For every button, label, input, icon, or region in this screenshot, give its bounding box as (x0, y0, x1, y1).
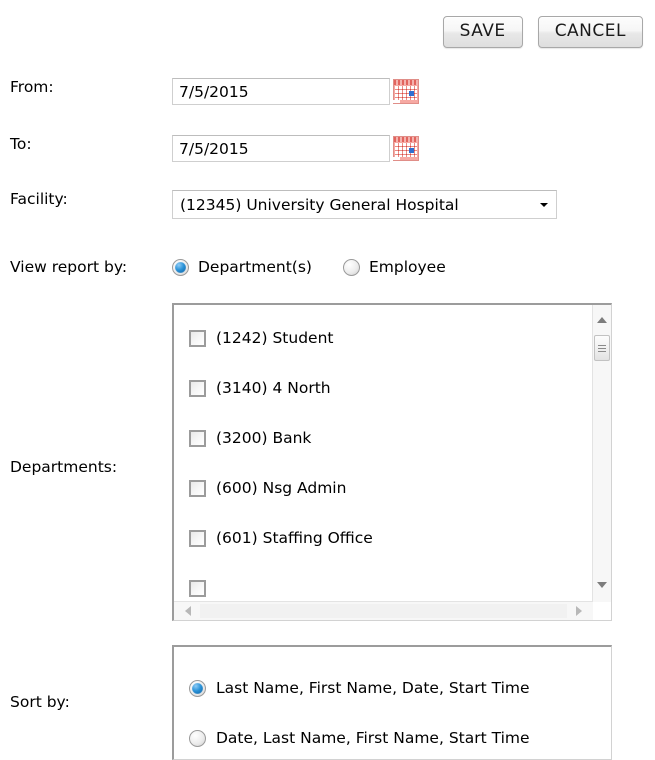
facility-label: Facility: (10, 190, 68, 208)
scroll-thumb[interactable] (594, 335, 610, 361)
departments-listbox[interactable]: (1242) Student (3140) 4 North (3200) Ban… (172, 303, 612, 621)
radio-sort-last-name-first[interactable] (189, 679, 206, 697)
departments-list: (1242) Student (3140) 4 North (3200) Ban… (174, 305, 593, 602)
save-button[interactable]: SAVE (442, 16, 523, 49)
calendar-icon[interactable] (393, 136, 419, 161)
scroll-right-arrow-icon[interactable] (576, 606, 582, 616)
list-item-label: (1242) Student (216, 329, 334, 347)
calendar-icon-selected-day (409, 91, 414, 96)
checkbox-icon[interactable] (189, 379, 206, 397)
sort-option-label: Last Name, First Name, Date, Start Time (216, 679, 530, 697)
calendar-icon[interactable] (393, 79, 419, 104)
view-report-by-row: View report by: Department(s) Employee (0, 258, 446, 276)
list-item[interactable]: (3140) 4 North (174, 363, 593, 413)
vertical-scrollbar[interactable] (592, 305, 611, 602)
checkbox-icon[interactable] (189, 429, 206, 447)
view-report-by-label: View report by: (10, 258, 128, 276)
list-item[interactable]: (600) Nsg Admin (174, 463, 593, 513)
list-item[interactable] (174, 563, 593, 602)
checkbox-icon[interactable] (189, 529, 206, 547)
calendar-icon-top (394, 137, 418, 142)
from-row: From: (0, 78, 419, 105)
radio-employee-label: Employee (368, 258, 446, 276)
sort-by-row: Sort by: Last Name, First Name, Date, St… (0, 645, 612, 760)
to-label: To: (10, 135, 32, 153)
chevron-down-icon (540, 203, 548, 207)
to-row: To: (0, 135, 419, 162)
sort-by-box: Last Name, First Name, Date, Start Time … (172, 645, 612, 760)
sort-by-label: Sort by: (10, 693, 70, 711)
to-date-wrap (172, 135, 419, 162)
list-item-label: (3200) Bank (216, 429, 312, 447)
from-date-wrap (172, 78, 419, 105)
horizontal-scrollbar[interactable] (174, 601, 593, 620)
checkbox-icon[interactable] (189, 579, 206, 597)
facility-select[interactable]: (12345) University General Hospital (172, 190, 557, 219)
from-label: From: (10, 78, 54, 96)
radio-departments[interactable] (172, 258, 189, 276)
cancel-button[interactable]: CANCEL (537, 16, 643, 49)
list-item[interactable]: (1242) Student (174, 313, 593, 363)
facility-selected-value: (12345) University General Hospital (180, 196, 459, 214)
horizontal-scroll-track[interactable] (200, 604, 567, 618)
facility-row: Facility: (12345) University General Hos… (0, 190, 557, 219)
departments-row: Departments: (1242) Student (3140) 4 Nor… (0, 303, 612, 621)
view-report-by-radio-group: Department(s) Employee (172, 258, 446, 276)
sort-option-last-name-first[interactable]: Last Name, First Name, Date, Start Time (174, 663, 611, 713)
list-item-label: (3140) 4 North (216, 379, 331, 397)
list-item[interactable]: (3200) Bank (174, 413, 593, 463)
scroll-up-arrow-icon[interactable] (597, 317, 607, 323)
sort-option-label: Date, Last Name, First Name, Start Time (216, 729, 530, 747)
scroll-left-arrow-icon[interactable] (185, 606, 191, 616)
list-item-label: (601) Staffing Office (216, 529, 373, 547)
scroll-thumb-grip-icon (598, 345, 606, 352)
radio-sort-date-first[interactable] (189, 729, 206, 747)
toolbar: SAVE CANCEL (0, 16, 643, 49)
sort-option-date-first[interactable]: Date, Last Name, First Name, Start Time (174, 713, 611, 759)
list-item-label: (600) Nsg Admin (216, 479, 347, 497)
calendar-icon-top (394, 80, 418, 85)
calendar-icon-selected-day (409, 148, 414, 153)
departments-label: Departments: (10, 458, 118, 476)
list-item[interactable]: (601) Staffing Office (174, 513, 593, 563)
calendar-icon-foot (393, 100, 400, 103)
radio-employee[interactable] (342, 258, 360, 276)
checkbox-icon[interactable] (189, 479, 206, 497)
radio-departments-label: Department(s) (198, 258, 312, 276)
calendar-icon-foot (393, 157, 400, 160)
to-date-input[interactable] (172, 135, 390, 162)
from-date-input[interactable] (172, 78, 390, 105)
checkbox-icon[interactable] (189, 329, 206, 347)
scroll-down-arrow-icon[interactable] (597, 582, 607, 588)
